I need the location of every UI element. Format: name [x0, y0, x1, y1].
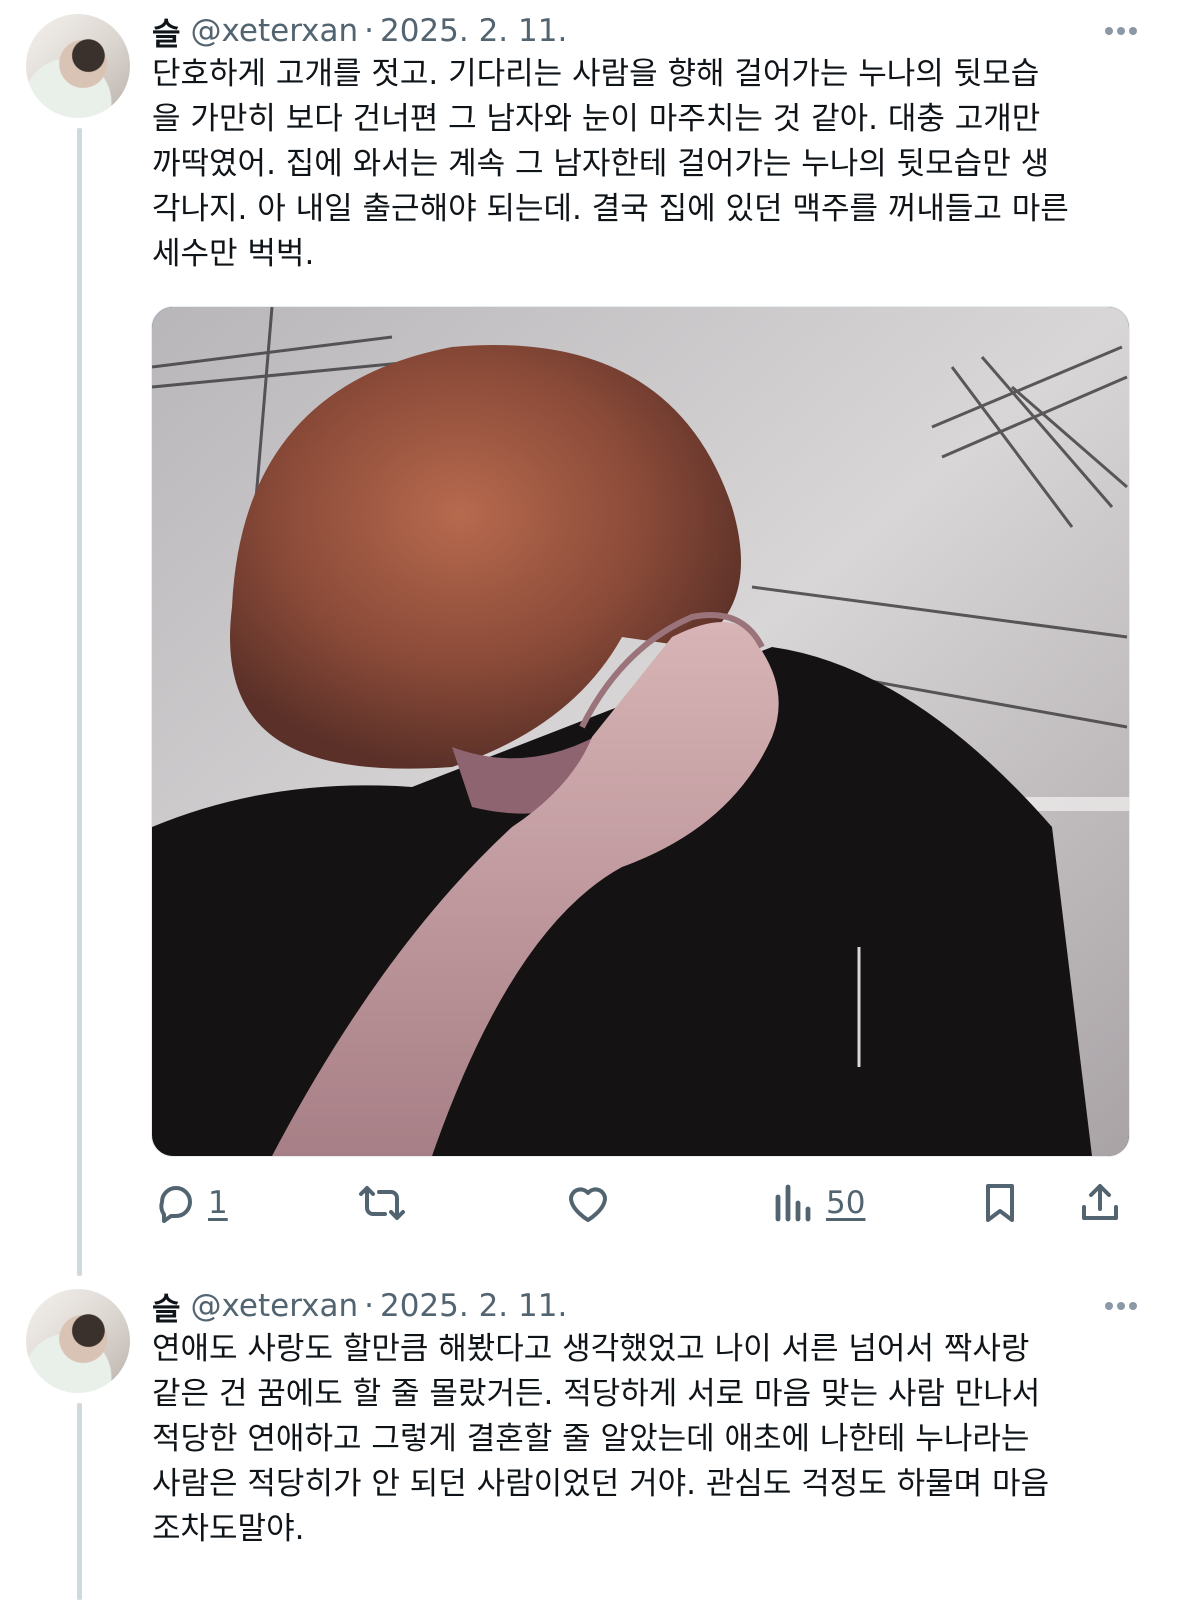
tweet-date[interactable]: 2025. 2. 11.	[380, 1288, 567, 1324]
tweet-header: 슬 @xeterxan · 2025. 2. 11.	[152, 1284, 567, 1328]
thread-connector-line-2	[77, 1403, 82, 1600]
views-count[interactable]: 50	[826, 1185, 865, 1221]
user-handle[interactable]: @xeterxan	[191, 13, 359, 49]
display-name[interactable]: 슬	[152, 1284, 181, 1329]
display-name[interactable]: 슬	[152, 9, 181, 54]
separator-dot: ·	[364, 13, 374, 49]
avatar[interactable]	[26, 1289, 130, 1393]
photo-illustration	[152, 307, 1129, 1156]
heart-icon	[569, 1187, 607, 1222]
more-dots-icon[interactable]	[1099, 1284, 1143, 1328]
share-button[interactable]	[1076, 1175, 1124, 1231]
tweet-photo[interactable]	[151, 306, 1130, 1157]
bookmark-button[interactable]	[976, 1175, 1024, 1231]
separator-dot: ·	[364, 1288, 374, 1324]
reply-icon	[159, 1186, 192, 1223]
thread-connector-line	[77, 128, 82, 1276]
bookmark-icon	[986, 1184, 1014, 1222]
tweet-date[interactable]: 2025. 2. 11.	[380, 13, 567, 49]
share-icon	[1082, 1184, 1118, 1220]
retweet-icon	[359, 1186, 405, 1220]
user-handle[interactable]: @xeterxan	[191, 1288, 359, 1324]
avatar[interactable]	[26, 14, 130, 118]
tweet-text: 연애도 사랑도 할만큼 해봤다고 생각했었고 나이 서른 넘어서 짝사랑 같은 …	[152, 1331, 1050, 1547]
reply-button[interactable]: 1	[152, 1175, 228, 1231]
like-button[interactable]	[564, 1175, 620, 1231]
views-chart-icon	[775, 1184, 811, 1222]
more-dots-icon[interactable]	[1099, 9, 1143, 53]
tweet-header: 슬 @xeterxan · 2025. 2. 11.	[152, 9, 567, 53]
tweet-actions: 1 50	[0, 1175, 1179, 1231]
retweet-button[interactable]	[358, 1175, 414, 1231]
reply-count[interactable]: 1	[208, 1185, 228, 1221]
tweet-text: 단호하게 고개를 젓고. 기다리는 사람을 향해 걸어가는 누나의 뒷모습 을 …	[152, 56, 1069, 272]
views-button[interactable]: 50	[770, 1175, 865, 1231]
